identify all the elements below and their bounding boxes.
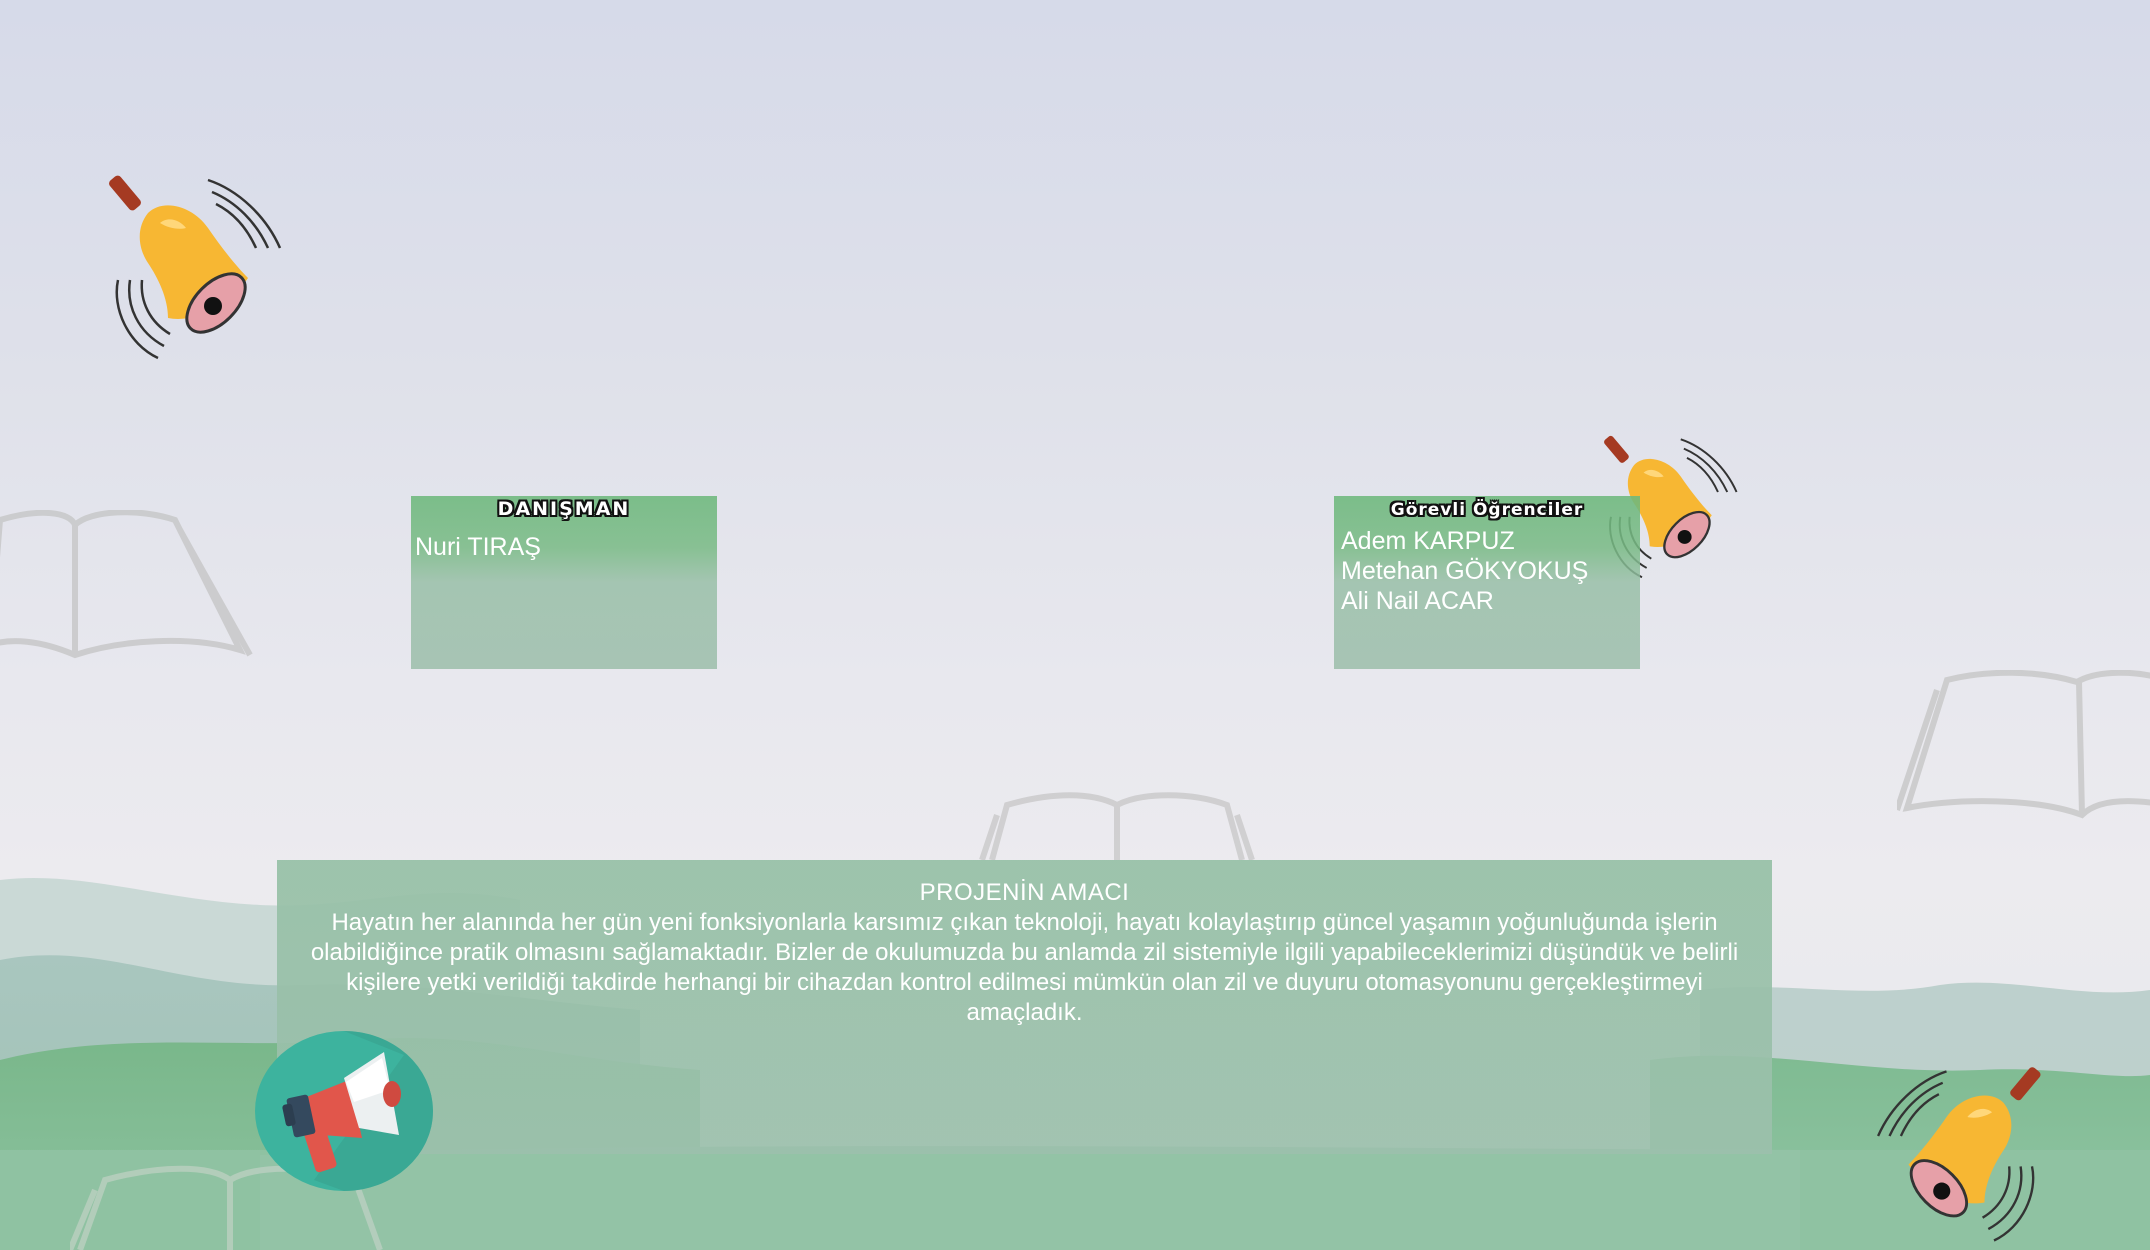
advisor-title: DANIŞMAN [497,498,631,520]
purpose-text: Hayatın her alanında her gün yeni fonksi… [310,909,1739,1026]
advisor-name: Nuri TIRAŞ [415,533,541,561]
advisor-panel: DANIŞMAN Nuri TIRAŞ [411,496,717,669]
bell-icon [1877,1067,2041,1242]
student-name: Adem KARPUZ [1341,527,1515,555]
students-title: Görevli Öğrenciler [1390,500,1584,520]
megaphone-icon[interactable] [254,1030,434,1192]
students-panel: Görevli Öğrenciler Adem KARPUZ Metehan G… [1334,496,1640,669]
open-book-icon [1897,670,2150,819]
purpose-title: PROJENİN AMACI [919,879,1130,906]
student-name: Metehan GÖKYOKUŞ [1341,557,1589,585]
open-book-icon [979,792,1255,860]
open-book-icon [0,510,253,659]
advisor-list: Nuri TIRAŞ [415,532,541,562]
students-list: Adem KARPUZ Metehan GÖKYOKUŞ Ali Nail AC… [1341,526,1588,616]
purpose-panel: PROJENİN AMACI Hayatın her alanında her … [277,860,1772,1154]
bell-icon [109,175,282,360]
student-name: Ali Nail ACAR [1341,587,1494,615]
